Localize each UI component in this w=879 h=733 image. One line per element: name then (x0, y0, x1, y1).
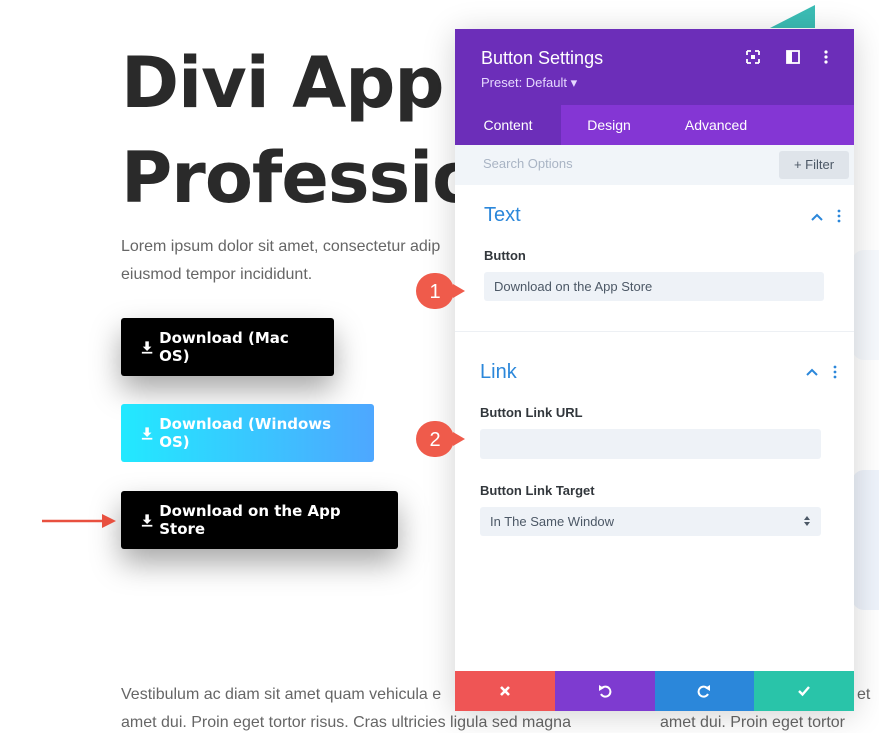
footer-text-right-line-1: et (857, 686, 871, 703)
footer-text-right-line-2: amet dui. Proin eget tortor (660, 714, 845, 731)
redo-icon (698, 685, 711, 698)
button-settings-panel: Button Settings Preset: Default ▾ Conten… (455, 29, 854, 711)
tab-design[interactable]: Design (561, 105, 657, 145)
annotation-badge-1: 1 (416, 273, 465, 309)
button-link-target-label: Button Link Target (480, 483, 595, 498)
button-text-label: Button (484, 248, 526, 263)
arrow-right-icon (42, 514, 116, 528)
text-section-title[interactable]: Text (484, 204, 521, 227)
link-section-title[interactable]: Link (480, 361, 517, 384)
annotation-badge-1-number: 1 (429, 281, 440, 303)
button-text-input[interactable]: Download on the App Store (484, 272, 824, 301)
page-canvas: Divi App f Professio Lorem ipsum dolor s… (0, 0, 879, 733)
undo-icon (598, 685, 611, 698)
undo-button[interactable] (554, 671, 655, 711)
button-link-target-value: In The Same Window (490, 514, 615, 529)
save-button[interactable] (754, 671, 854, 711)
section-divider (455, 331, 854, 332)
download-mac-button[interactable]: Download (Mac OS) (121, 318, 334, 376)
tab-advanced[interactable]: Advanced (657, 105, 775, 145)
select-arrows-icon (804, 516, 810, 526)
button-link-url-input[interactable] (480, 429, 821, 459)
filter-button[interactable]: + Filter (779, 151, 849, 179)
decorative-teal-shape (770, 5, 815, 28)
download-app-store-label: Download on the App Store (159, 502, 341, 538)
more-vertical-icon[interactable] (818, 49, 834, 65)
more-vertical-icon[interactable] (837, 209, 841, 223)
panel-title: Button Settings (481, 48, 604, 68)
settings-tabs: Content Design Advanced (455, 105, 854, 145)
annotation-badge-2-number: 2 (429, 429, 440, 451)
download-app-store-button[interactable]: Download on the App Store (121, 491, 398, 549)
redo-button[interactable] (654, 671, 755, 711)
button-link-target-select[interactable]: In The Same Window (480, 507, 821, 536)
search-bar: Search Options + Filter (455, 145, 854, 185)
footer-text-left-line-2: amet dui. Proin eget tortor risus. Cras … (121, 714, 571, 731)
search-options-input[interactable]: Search Options (483, 156, 573, 171)
annotation-badge-2: 2 (416, 421, 465, 457)
download-icon (141, 426, 153, 440)
hero-heading-line-1: Divi App f (121, 42, 497, 124)
hero-heading-line-2: Professio (121, 137, 480, 219)
panel-footer (455, 671, 854, 711)
download-windows-button[interactable]: Download (Windows OS) (121, 404, 374, 462)
download-icon (141, 513, 153, 527)
tab-content[interactable]: Content (455, 105, 561, 145)
decorative-card-right-lower (852, 470, 879, 610)
download-windows-label: Download (Windows OS) (159, 415, 332, 451)
chevron-up-icon[interactable] (805, 365, 819, 379)
chevron-up-icon[interactable] (810, 210, 824, 224)
decorative-card-right (852, 250, 879, 360)
expand-icon[interactable] (745, 49, 761, 65)
check-icon (798, 686, 811, 697)
close-icon (499, 686, 510, 696)
split-view-icon[interactable] (785, 49, 801, 65)
more-vertical-icon[interactable] (833, 365, 837, 379)
download-icon (141, 340, 153, 354)
panel-header: Button Settings Preset: Default ▾ (455, 29, 854, 105)
intro-text-line-1: Lorem ipsum dolor sit amet, consectetur … (121, 238, 441, 255)
preset-dropdown[interactable]: Preset: Default ▾ (481, 75, 577, 91)
button-link-url-label: Button Link URL (480, 405, 583, 420)
footer-text-left-line-1: Vestibulum ac diam sit amet quam vehicul… (121, 686, 442, 703)
download-mac-label: Download (Mac OS) (159, 329, 289, 365)
intro-text-line-2: eiusmod tempor incididunt. (121, 266, 313, 283)
cancel-button[interactable] (455, 671, 555, 711)
